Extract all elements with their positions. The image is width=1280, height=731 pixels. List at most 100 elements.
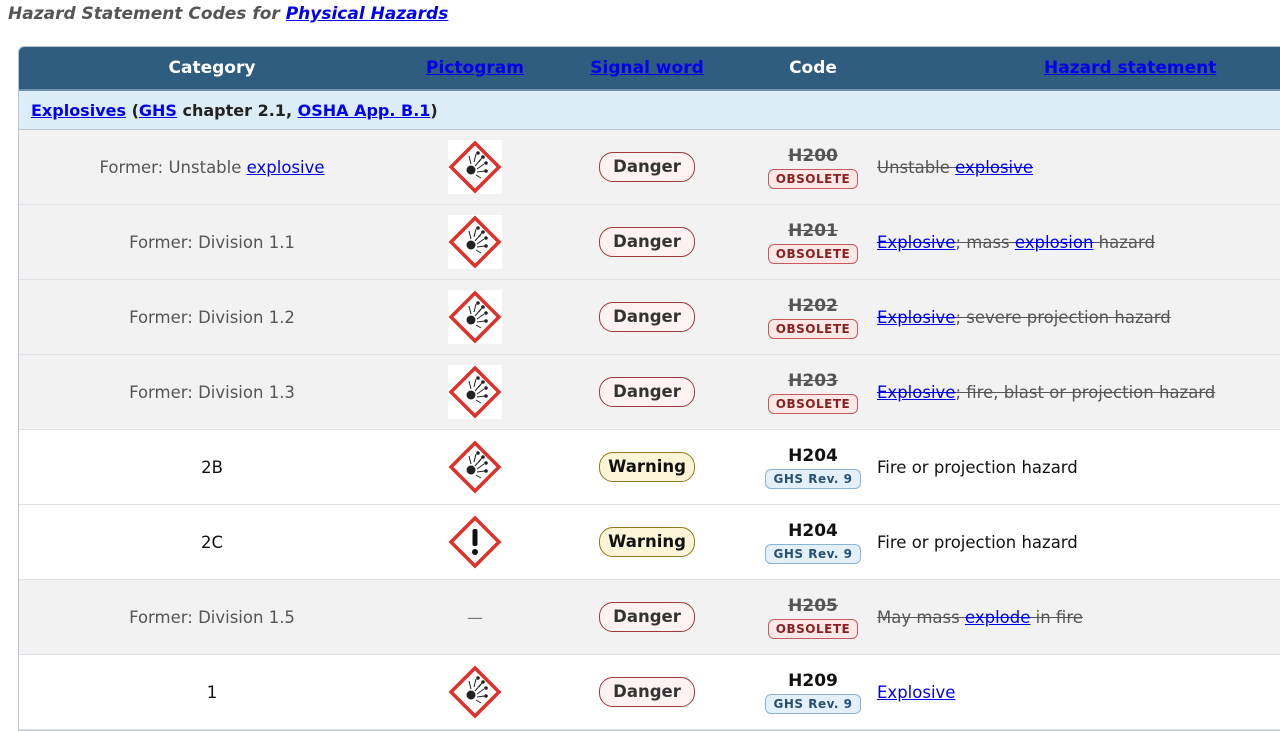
signal-word-header-link[interactable]: Signal word <box>590 58 704 78</box>
signal-word-badge: Danger <box>599 227 695 257</box>
hazard-statement-text: Fire or projection hazard <box>877 457 1078 477</box>
hazard-statement-text: in fire <box>1030 607 1083 627</box>
signal-word-cell: Danger <box>545 129 749 205</box>
ghs-revision-badge: GHS Rev. 9 <box>765 544 861 564</box>
category-cell: Former: Division 1.1 <box>19 204 405 280</box>
pictogram-cell <box>405 204 545 280</box>
hazard-table: Category Pictogram Signal word Code Haza… <box>19 47 1280 730</box>
ghs-link[interactable]: GHS <box>139 101 177 120</box>
obsolete-badge: OBSOLETE <box>767 394 859 414</box>
category-cell: 2B <box>19 429 405 505</box>
hazard-statement-link[interactable]: Explosive <box>877 308 955 327</box>
hazard-statement-header-link[interactable]: Hazard statement <box>1044 58 1216 78</box>
signal-word-badge: Warning <box>599 452 695 482</box>
hazard-statement-cell: Explosive <box>877 654 1280 730</box>
table-row: 2C Warning H204 GHS Rev. 9 Fire or projectio… <box>19 504 1280 580</box>
code-cell: H201 OBSOLETE <box>749 204 877 280</box>
pictogram-cell <box>405 129 545 205</box>
hazard-code: H201 <box>788 221 838 241</box>
header-signal-word: Signal word <box>545 47 749 91</box>
group-chapter-text: chapter 2.1, <box>176 100 298 120</box>
category-cell: Former: Division 1.2 <box>19 279 405 355</box>
code-cell: H205 OBSOLETE <box>749 579 877 655</box>
hazard-code: H209 <box>788 671 838 691</box>
obsolete-badge: OBSOLETE <box>767 319 859 339</box>
obsolete-badge: OBSOLETE <box>767 619 859 639</box>
code-cell: H202 OBSOLETE <box>749 279 877 355</box>
ghs-revision-badge: GHS Rev. 9 <box>765 469 861 489</box>
obsolete-badge: OBSOLETE <box>767 244 859 264</box>
table-row: 1 Danger H209 GHS Rev. 9 Explosive <box>19 654 1280 730</box>
page-title-prefix: Hazard Statement Codes for <box>8 4 280 24</box>
exclamation-mark-icon <box>448 515 502 569</box>
table-row: Former: Division 1.2 Danger H202 OBSOLETE Ex… <box>19 279 1280 355</box>
hazard-statement-cell: Explosive; fire, blast or projection haz… <box>877 354 1280 430</box>
signal-word-cell: Warning <box>545 504 749 580</box>
hazard-code: H205 <box>788 596 838 616</box>
hazard-statement-link[interactable]: explosive <box>955 158 1033 177</box>
category-cell: 1 <box>19 654 405 730</box>
code-cell: H209 GHS Rev. 9 <box>749 654 877 730</box>
header-category: Category <box>19 47 405 91</box>
category-text: 2C <box>200 532 224 552</box>
hazard-statement-cell: Explosive; severe projection hazard <box>877 279 1280 355</box>
table-row: 2B Warning H204 GHS Rev. 9 Fire or projectio… <box>19 429 1280 505</box>
exploding-bomb-icon <box>448 140 502 194</box>
signal-word-cell: Danger <box>545 654 749 730</box>
signal-word-badge: Danger <box>599 677 695 707</box>
hazard-statement-link[interactable]: Explosive <box>877 233 955 252</box>
table-row: Former: Division 1.1 Danger H201 OBSOLETE Ex… <box>19 204 1280 280</box>
physical-hazards-link[interactable]: Physical Hazards <box>286 4 449 24</box>
hazard-statement-cell: Fire or projection hazard <box>877 504 1280 580</box>
signal-word-cell: Danger <box>545 204 749 280</box>
hazard-statement-cell: Explosive; mass explosion hazard <box>877 204 1280 280</box>
osha-link[interactable]: OSHA App. B.1 <box>298 101 431 120</box>
category-cell: 2C <box>19 504 405 580</box>
pictogram-header-link[interactable]: Pictogram <box>426 58 524 78</box>
hazard-statement-text: ; severe projection hazard <box>955 307 1171 327</box>
hazard-table-container: Category Pictogram Signal word Code Haza… <box>18 46 1280 731</box>
code-cell: H204 GHS Rev. 9 <box>749 504 877 580</box>
pictogram-cell <box>405 654 545 730</box>
exploding-bomb-icon <box>448 365 502 419</box>
hazard-statement-text: hazard <box>1093 232 1155 252</box>
no-pictogram-dash: — <box>467 607 483 627</box>
hazard-statement-text: Unstable <box>877 157 956 177</box>
hazard-code: H202 <box>788 296 838 316</box>
table-row: Former: Division 1.5 — Danger H205 OBSOLETE M… <box>19 579 1280 655</box>
code-cell: H200 OBSOLETE <box>749 129 877 205</box>
hazard-statement-link[interactable]: Explosive <box>877 383 955 402</box>
table-row: Former: Unstable explosive Danger H200 OBSO… <box>19 129 1280 205</box>
category-text: Former: Division 1.3 <box>129 382 295 402</box>
header-pictogram: Pictogram <box>405 47 545 91</box>
explosives-link[interactable]: Explosives <box>31 101 126 120</box>
category-text: Former: Division 1.5 <box>129 607 295 627</box>
code-cell: H204 GHS Rev. 9 <box>749 429 877 505</box>
category-text: Former: Division 1.2 <box>129 307 295 327</box>
header-code: Code <box>749 47 877 91</box>
category-text: 2B <box>201 457 223 477</box>
pictogram-cell <box>405 354 545 430</box>
exploding-bomb-icon <box>448 215 502 269</box>
exploding-bomb-icon <box>448 290 502 344</box>
hazard-statement-cell: Unstable explosive <box>877 129 1280 205</box>
pictogram-cell <box>405 429 545 505</box>
exploding-bomb-icon <box>448 440 502 494</box>
hazard-statement-text: Fire or projection hazard <box>877 532 1078 552</box>
signal-word-badge: Danger <box>599 152 695 182</box>
hazard-code: H204 <box>788 521 838 541</box>
signal-word-cell: Danger <box>545 579 749 655</box>
hazard-statement-cell: Fire or projection hazard <box>877 429 1280 505</box>
category-link[interactable]: explosive <box>247 158 325 177</box>
exploding-bomb-icon <box>448 665 502 719</box>
category-text: Former: Division 1.1 <box>129 232 295 252</box>
hazard-statement-link[interactable]: Explosive <box>877 683 955 702</box>
hazard-statement-link[interactable]: explode <box>965 608 1030 627</box>
category-cell: Former: Unstable explosive <box>19 129 405 205</box>
hazard-statement-text: ; fire, blast or projection hazard <box>955 382 1216 402</box>
hazard-statement-link[interactable]: explosion <box>1015 233 1094 252</box>
signal-word-cell: Warning <box>545 429 749 505</box>
signal-word-badge: Danger <box>599 602 695 632</box>
category-cell: Former: Division 1.5 <box>19 579 405 655</box>
hazard-statement-text: ; mass <box>955 232 1015 252</box>
